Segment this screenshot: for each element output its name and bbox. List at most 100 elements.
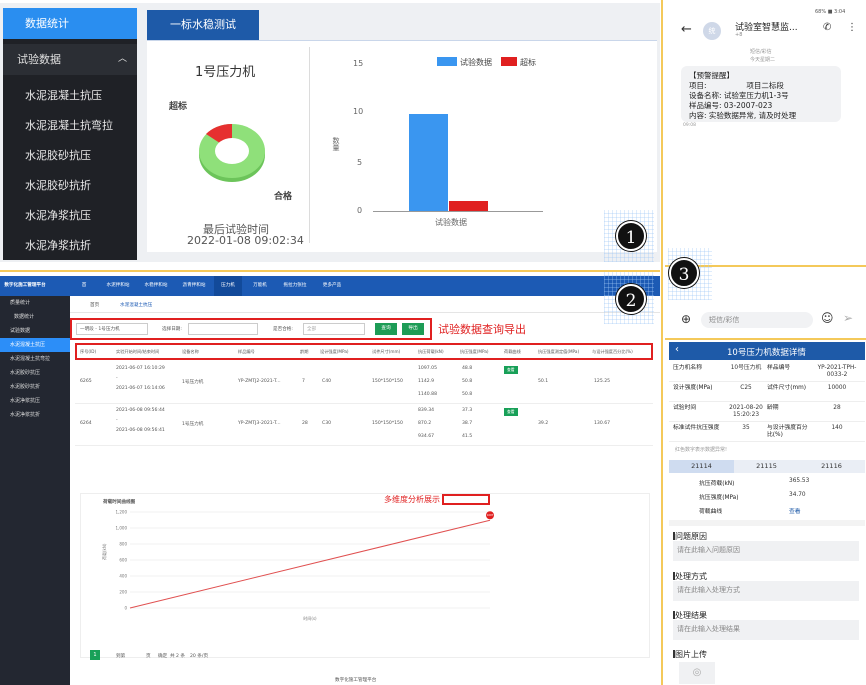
y-axis-label: 荷载(kN) [101, 543, 107, 560]
table-header-cell: 与设计强度百分比(%) [592, 349, 633, 354]
sidebar-item[interactable]: 数据统计 [0, 310, 70, 324]
msg-time: 09:08 [683, 123, 696, 128]
detail-cell: YP-2021-TPH-0033-2 [817, 365, 857, 378]
back-icon[interactable]: ‹ [675, 344, 679, 355]
detail-cell: 与设计强度百分比(%) [767, 425, 808, 438]
nav-item-active[interactable]: 压力机 [214, 276, 242, 296]
sidebar-item-stats[interactable]: 数据统计 [3, 8, 137, 39]
sidebar-item[interactable]: 水泥胶砂抗压 [0, 366, 70, 380]
nav-item[interactable]: 水泥拌和站 [102, 276, 134, 296]
curve-view-button[interactable]: 查看 [504, 408, 518, 416]
sidebar-item[interactable]: 水泥胶砂抗压 [3, 141, 137, 171]
row-sample: YP-ZMTJ3-2021-T... [238, 421, 281, 426]
pager-current-page[interactable]: 1 [90, 650, 100, 660]
nav-item[interactable]: 万能机 [246, 276, 274, 296]
detail-cell: 10000 [827, 385, 847, 391]
chart-toolbar-highlight[interactable] [442, 494, 490, 505]
emoji-icon[interactable]: ☺ [821, 311, 834, 325]
sidebar-item[interactable]: 试验数据 [0, 324, 70, 338]
sidebar-item[interactable]: 水泥净浆抗压 [3, 201, 137, 231]
phone-panel: 68% ■ 3:04 ← 统 试验室智慧监... +8 ✆ ⋮ 短信/彩信 今天… [665, 0, 866, 685]
marker-3: 3 [669, 258, 699, 288]
method-input[interactable]: 请在此输入处理方式 [673, 581, 859, 601]
row-divider [669, 441, 865, 442]
sidebar-item[interactable]: 水泥胶砂抗折 [0, 380, 70, 394]
y-tick-label: 400 [119, 574, 127, 579]
more-icon[interactable]: ⋮ [847, 22, 857, 33]
sidebar-item-active[interactable]: 水泥混凝土抗压 [0, 338, 70, 352]
y-tick: 5 [357, 158, 363, 167]
pager-unit: 页 [146, 654, 151, 659]
donut-chart [199, 123, 265, 182]
row-divider [669, 421, 865, 422]
camera-icon[interactable]: ◎ [679, 662, 715, 684]
result-select[interactable]: 全部 [303, 323, 365, 335]
row-device: 1号压力机 [182, 380, 204, 385]
sidebar-item[interactable]: 水泥净浆抗折 [0, 408, 70, 422]
tab-sample[interactable]: 21115 [734, 460, 799, 473]
nav-item[interactable]: 拖拉力张拉 [278, 276, 312, 296]
sidebar-item[interactable]: 水泥混凝土抗弯拉 [0, 352, 70, 366]
back-arrow-icon[interactable]: ← [681, 22, 692, 37]
export-button[interactable]: 导出 [402, 323, 424, 335]
detail-cell: 样品编号 [767, 365, 791, 371]
donut-title: 1号压力机 [195, 65, 256, 80]
breadcrumb-current[interactable]: 水泥混凝土抗压 [120, 302, 152, 308]
web-platform-panel: 数字化施工管理平台 首 水泥拌和站 水稳拌和站 沥青拌和站 压力机 万能机 拖拉… [0, 276, 660, 685]
query-button[interactable]: 查询 [375, 323, 397, 335]
table-header-cell: 抗压强度测定值(MPa) [538, 349, 580, 354]
sidebar-item[interactable]: 水泥胶砂抗折 [3, 171, 137, 201]
nav-home[interactable]: 首 [78, 276, 90, 296]
curve-view-button[interactable]: 查看 [504, 366, 518, 374]
msg-line: 内容: 实验数据异常, 请及时处理 [689, 111, 797, 120]
pager-size[interactable]: 20 条/页 [190, 653, 208, 659]
sidebar-item[interactable]: 水泥混凝土抗弯拉 [3, 111, 137, 141]
nav-item[interactable]: 沥青拌和站 [178, 276, 210, 296]
tab-sample[interactable]: 21116 [799, 460, 864, 473]
msg-line: 【预警提醒】 [689, 71, 734, 80]
pager-confirm[interactable]: 确定 [158, 653, 167, 659]
load-time-chart: 1,200 1,000 800 600 400 200 0 时间(s) 荷载(kN) 1097 [101, 510, 494, 621]
sidebar-item[interactable]: 水泥混凝土抗压 [3, 81, 137, 111]
abnormal-note: 红色数字表示数据异常! [675, 447, 728, 453]
add-icon[interactable]: ⊕ [681, 312, 691, 326]
nav-item[interactable]: 水稳拌和站 [140, 276, 172, 296]
device-select[interactable]: 一明段 - 1号压力机 [76, 323, 148, 335]
detail-header: ‹ 10号压力机数据详情 [669, 342, 865, 360]
sidebar-group-test-data[interactable]: 试验数据 ︿ [3, 44, 137, 75]
peak-label: 1097 [487, 513, 494, 517]
sidebar-item[interactable]: 水泥净浆抗压 [0, 394, 70, 408]
message-bubble: 【预警提醒】 项目: 项目二标段 设备名称: 试验室压力机1-3号 样品编号: … [681, 66, 841, 122]
sidebar-item[interactable]: 水泥净浆抗折 [3, 231, 137, 261]
last-test-time: 2022-01-08 09:02:34 [187, 234, 304, 247]
row-strength: 50.8 [462, 392, 473, 397]
sidebar: 数据统计 试验数据 ︿ 水泥混凝土抗压 水泥混凝土抗弯拉 水泥胶砂抗压 水泥胶砂抗… [3, 8, 137, 260]
bar-exceed [449, 201, 488, 211]
row-time: 2021-06-07 16:10:29 [116, 366, 165, 371]
send-icon[interactable]: ➢ [843, 311, 853, 325]
breadcrumb-home[interactable]: 首页 [90, 302, 99, 308]
tab-test[interactable]: 一标水稳测试 [147, 10, 259, 40]
table-header-cell: 设计强度(MPa) [320, 349, 349, 354]
table-header-cell: 试件尺寸(mm) [372, 349, 401, 354]
row-size: 150*150*150 [372, 379, 403, 384]
row-time: - [116, 376, 118, 381]
row-time: 2021-06-08 09:56:44 [116, 408, 165, 413]
table-header-cell: 序号(ID) [80, 349, 97, 354]
sms-input[interactable]: 短信/彩信 [701, 312, 813, 328]
result-input[interactable]: 请在此输入处理结果 [673, 620, 859, 640]
msg-date: 今天星期二 [750, 57, 776, 63]
date-input[interactable] [188, 323, 258, 335]
detail-cell: 试验时间 [673, 405, 697, 411]
legend-exceed-label: 超标 [520, 58, 536, 67]
stats-card: 1号压力机 超标 合格 最后试验时间 2022-01-08 09:02:34 试… [147, 40, 657, 252]
phone-icon[interactable]: ✆ [823, 22, 831, 33]
y-tick-label: 0 [124, 606, 127, 611]
reason-input[interactable]: 请在此输入问题原因 [673, 541, 859, 561]
sub-value[interactable]: 查看 [789, 506, 801, 515]
row-measured: 50.1 [538, 379, 549, 384]
sender-number: +8 [735, 32, 743, 38]
tab-sample[interactable]: 21114 [669, 460, 734, 473]
nav-item[interactable]: 更多产品 [316, 276, 348, 296]
sidebar-item[interactable]: 质量统计 [0, 296, 70, 310]
